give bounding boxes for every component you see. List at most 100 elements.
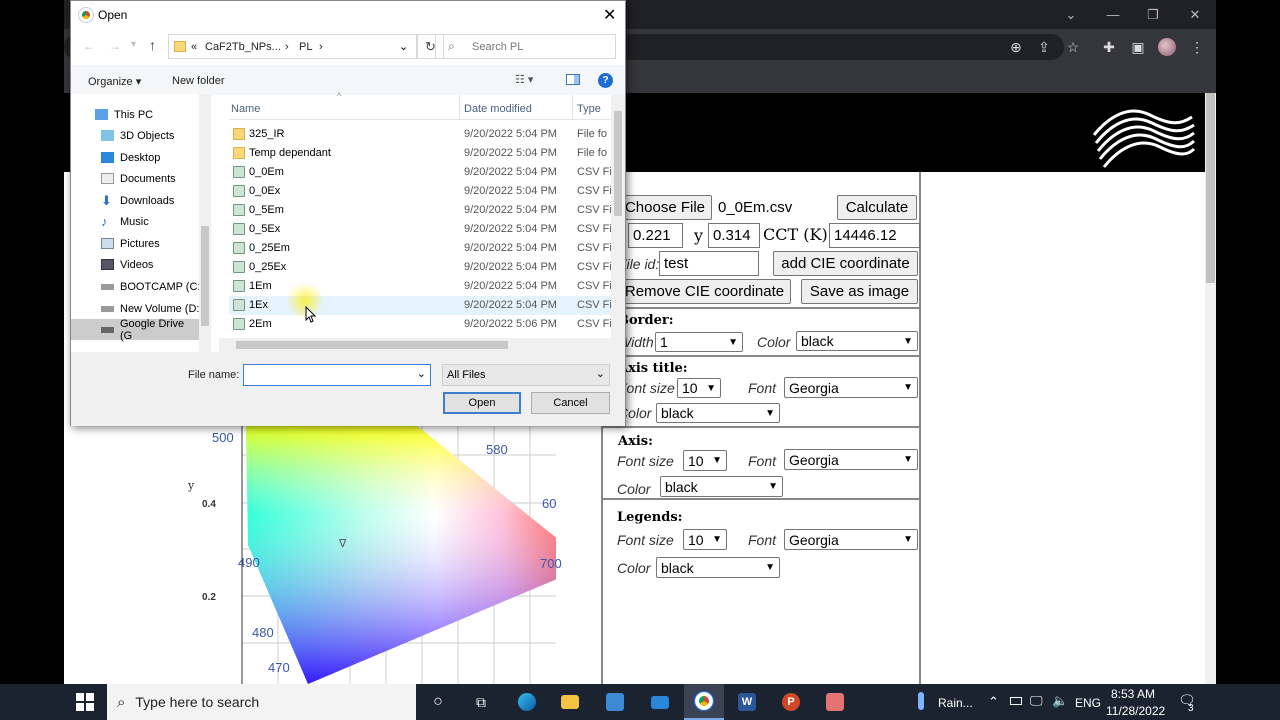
nav-new-volume-drive[interactable]: New Volume (D:: [75, 298, 207, 319]
file-row[interactable]: 0_0Em 9/20/2022 5:04 PM CSV Fi: [229, 163, 619, 182]
bookmark-star-icon[interactable]: ☆: [1062, 37, 1084, 57]
search-pl-input[interactable]: ⌕ Search PL: [435, 34, 616, 59]
help-icon[interactable]: ?: [598, 73, 613, 88]
view-options-icon[interactable]: ☷ ▾: [515, 73, 533, 86]
nav-downloads[interactable]: ⬇ Downloads: [75, 190, 207, 211]
show-hidden-icons-icon[interactable]: ⌃: [988, 694, 999, 710]
chrome-taskbar-icon[interactable]: [684, 684, 724, 720]
menu-kebab-icon[interactable]: ⋮: [1186, 37, 1208, 57]
axis-title-color-select[interactable]: black ▼: [656, 403, 780, 423]
preview-pane-icon[interactable]: [566, 74, 580, 85]
nav-desktop[interactable]: Desktop: [75, 147, 207, 168]
cancel-button[interactable]: Cancel: [531, 392, 610, 414]
x-coordinate-field[interactable]: 0.221: [628, 223, 683, 248]
border-color-select[interactable]: black ▼: [796, 331, 918, 351]
new-folder-button[interactable]: New folder: [172, 75, 225, 87]
column-name[interactable]: Name: [231, 103, 260, 115]
clock-date[interactable]: 11/28/2022: [1106, 704, 1165, 718]
column-divider[interactable]: [459, 95, 460, 120]
file-row[interactable]: 325_IR 9/20/2022 5:04 PM File fo: [229, 125, 619, 144]
app-icon[interactable]: [815, 684, 855, 720]
dialog-close-icon[interactable]: ✕: [603, 5, 616, 25]
nav-scrollbar-thumb[interactable]: [201, 226, 209, 326]
zoom-icon[interactable]: ⊕: [1005, 37, 1027, 57]
nav-pictures[interactable]: Pictures: [75, 233, 207, 254]
file-row[interactable]: 0_25Em 9/20/2022 5:04 PM CSV Fi: [229, 239, 619, 258]
file-id-field[interactable]: test: [659, 251, 759, 276]
page-scrollbar-thumb[interactable]: [1206, 93, 1215, 283]
taskbar-search-box[interactable]: ⌕ Type here to search: [107, 684, 416, 720]
nav-videos[interactable]: Videos: [75, 254, 207, 275]
legends-color-select[interactable]: black ▼: [656, 557, 780, 578]
close-window-button[interactable]: ✕: [1174, 0, 1216, 29]
clock-time[interactable]: 8:53 AM: [1111, 687, 1155, 701]
legends-font-size-select[interactable]: 10 ▼: [683, 529, 727, 550]
axis-color-select[interactable]: black ▼: [660, 476, 783, 497]
share-icon[interactable]: ⇪: [1033, 37, 1055, 57]
open-button[interactable]: Open: [443, 392, 521, 414]
file-row[interactable]: Temp dependant 9/20/2022 5:04 PM File fo: [229, 144, 619, 163]
language-indicator[interactable]: ENG: [1075, 696, 1101, 710]
profile-avatar[interactable]: [1158, 38, 1176, 56]
axis-font-select[interactable]: Georgia ▼: [784, 449, 918, 470]
file-row[interactable]: 0_25Ex 9/20/2022 5:04 PM CSV Fi: [229, 258, 619, 277]
restore-button[interactable]: ❐: [1132, 0, 1174, 29]
weather-text[interactable]: Rain...: [938, 696, 973, 710]
battery-icon[interactable]: [1010, 697, 1022, 705]
nav-documents[interactable]: Documents: [75, 168, 207, 189]
chevron-down-icon[interactable]: ⌄: [417, 367, 426, 380]
minimize-button[interactable]: —: [1092, 0, 1134, 29]
nav-bootcamp-drive[interactable]: BOOTCAMP (C:: [75, 276, 207, 297]
column-divider[interactable]: [572, 95, 573, 120]
cct-field[interactable]: 14446.12: [829, 223, 920, 248]
edge-icon[interactable]: [507, 684, 547, 720]
network-icon[interactable]: 🖵: [1030, 693, 1043, 709]
add-cie-coordinate-button[interactable]: add CIE coordinate: [773, 251, 918, 276]
extensions-icon[interactable]: ✚: [1098, 37, 1120, 57]
powerpoint-icon[interactable]: P: [771, 684, 811, 720]
file-explorer-icon[interactable]: [550, 684, 590, 720]
column-date-modified[interactable]: Date modified: [464, 103, 532, 115]
file-list-hscrollbar-thumb[interactable]: [236, 341, 508, 349]
word-icon[interactable]: W: [727, 684, 767, 720]
axis-title-font-size-select[interactable]: 10 ▼: [677, 378, 721, 398]
column-type[interactable]: Type: [577, 103, 601, 115]
side-panel-icon[interactable]: ▣: [1127, 37, 1149, 57]
axis-title-font-select[interactable]: Georgia ▼: [784, 377, 918, 398]
tab-search-icon[interactable]: ⌄: [1050, 0, 1092, 29]
back-arrow-icon[interactable]: ←: [83, 39, 95, 53]
forward-arrow-icon[interactable]: →: [109, 39, 121, 53]
cortana-icon[interactable]: ○: [418, 684, 458, 720]
mail-icon[interactable]: [640, 684, 680, 720]
volume-icon[interactable]: 🔈: [1052, 693, 1068, 709]
store-icon[interactable]: [595, 684, 635, 720]
calculate-button[interactable]: Calculate: [837, 195, 917, 220]
address-breadcrumb[interactable]: « CaF2Tb_NPs... › PL › ⌄: [168, 34, 417, 59]
breadcrumb-pl[interactable]: PL: [299, 41, 312, 53]
file-row[interactable]: 2Em 9/20/2022 5:06 PM CSV Fi: [229, 315, 619, 334]
organize-menu[interactable]: Organize ▾: [88, 75, 141, 88]
file-list-vscrollbar-thumb[interactable]: [614, 111, 622, 216]
recent-locations-icon[interactable]: ▾: [131, 39, 136, 50]
nav-google-drive[interactable]: Google Drive (G: [71, 318, 199, 342]
y-coordinate-field[interactable]: 0.314: [708, 223, 760, 248]
axis-font-size-select[interactable]: 10 ▼: [683, 450, 727, 471]
choose-file-button[interactable]: Choose File: [618, 195, 712, 220]
breadcrumb-caf2tb[interactable]: CaF2Tb_NPs...: [205, 41, 281, 53]
start-windows-icon[interactable]: [76, 693, 94, 711]
file-type-select[interactable]: All Files ⌄: [442, 364, 610, 386]
nav-this-pc[interactable]: This PC: [75, 104, 207, 125]
chevron-down-icon[interactable]: ⌄: [399, 40, 408, 53]
up-arrow-icon[interactable]: ↑: [149, 37, 156, 53]
nav-3d-objects[interactable]: 3D Objects: [75, 125, 207, 146]
task-view-icon[interactable]: ⧉: [461, 684, 501, 720]
border-width-select[interactable]: 1 ▼: [655, 332, 743, 352]
file-row[interactable]: 0_5Em 9/20/2022 5:04 PM CSV Fi: [229, 201, 619, 220]
nav-music[interactable]: ♪ Music: [75, 211, 207, 232]
file-name-input[interactable]: ⌄: [243, 364, 431, 386]
remove-cie-coordinate-button[interactable]: Remove CIE coordinate: [618, 279, 791, 304]
legends-font-select[interactable]: Georgia ▼: [784, 529, 918, 550]
save-as-image-button[interactable]: Save as image: [801, 279, 918, 304]
file-row[interactable]: 0_0Ex 9/20/2022 5:04 PM CSV Fi: [229, 182, 619, 201]
file-row[interactable]: 0_5Ex 9/20/2022 5:04 PM CSV Fi: [229, 220, 619, 239]
